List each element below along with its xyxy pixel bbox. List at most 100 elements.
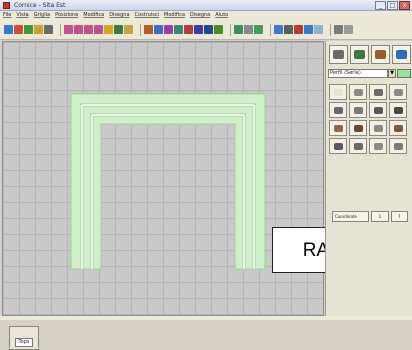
grid-tool-button[interactable] [329, 120, 347, 136]
toolbar-tool-icon[interactable] [334, 25, 343, 34]
tool-icon [373, 124, 383, 132]
panel-main-tools [329, 45, 411, 64]
tool-icon [396, 50, 407, 59]
panel-tabs: Coordinate 1 7 [332, 211, 409, 222]
toolbar-tool-icon[interactable] [254, 25, 263, 34]
grid-tool-button[interactable] [389, 120, 407, 136]
menu-vista[interactable]: Vista [16, 11, 28, 20]
tool-icon [375, 50, 386, 59]
toolbar-tool-icon[interactable] [14, 25, 23, 34]
toolbar-tool-icon[interactable] [294, 25, 303, 34]
panel-tool-button[interactable] [371, 45, 390, 64]
grid-tool-button[interactable] [349, 84, 367, 100]
grid-tool-button[interactable] [369, 120, 387, 136]
grid-tool-button[interactable] [349, 102, 367, 118]
menu-aiuto[interactable]: Aiuto [215, 11, 228, 20]
toolbar-tool-icon[interactable] [74, 25, 83, 34]
toolbar-tool-icon[interactable] [124, 25, 133, 34]
toolbar-tool-icon[interactable] [234, 25, 243, 34]
menu-costruisci[interactable]: Costruisci [135, 11, 159, 20]
menu-modifica-2[interactable]: Modifica [164, 11, 185, 20]
toolbar-tool-icon[interactable] [24, 25, 33, 34]
grid-tool-button[interactable] [349, 120, 367, 136]
toolbar-tool-icon[interactable] [284, 25, 293, 34]
grid-tool-button[interactable] [369, 84, 387, 100]
tab-2[interactable]: 7 [390, 211, 409, 222]
tab-coordinates[interactable]: Coordinate [332, 211, 370, 222]
toolbar-tool-icon[interactable] [34, 25, 43, 34]
grid-tool-button[interactable] [329, 102, 347, 118]
toolbar-tool-icon[interactable] [244, 25, 253, 34]
window-title: Cornice - Sita Est [14, 2, 66, 9]
menu-file[interactable]: File [3, 11, 11, 20]
view-top-label: Tops [15, 338, 33, 347]
toolbar-group [334, 25, 353, 34]
toolbar-tool-icon[interactable] [164, 25, 173, 34]
menu-posizione[interactable]: Posizione [55, 11, 78, 20]
tool-icon [353, 106, 363, 114]
menu-modifica[interactable]: Modifica [83, 11, 104, 20]
toolbar-tool-icon[interactable] [104, 25, 113, 34]
tool-icon [353, 124, 363, 132]
toolbar-tool-icon[interactable] [194, 25, 203, 34]
toolbar-tool-icon[interactable] [4, 25, 13, 34]
tool-icon [333, 124, 343, 132]
drawing-canvas[interactable]: Tops [2, 41, 324, 350]
toolbar-tool-icon[interactable] [184, 25, 193, 34]
chevron-down-icon[interactable]: ▼ [388, 69, 396, 78]
status-strip [0, 316, 412, 320]
toolbar-tool-icon[interactable] [274, 25, 283, 34]
toolbar-tool-icon[interactable] [94, 25, 103, 34]
close-button[interactable]: x [399, 1, 410, 10]
toolbar-separator [140, 23, 141, 36]
minimize-button[interactable]: _ [375, 1, 386, 10]
tool-grid [329, 84, 407, 154]
toolbar-separator [60, 23, 61, 36]
grid-tool-button[interactable] [389, 102, 407, 118]
menu-disegna[interactable]: Disegna [109, 11, 129, 20]
toolbar-tool-icon[interactable] [44, 25, 53, 34]
menu-disegna-2[interactable]: Disegna [190, 11, 210, 20]
grid-tool-button[interactable] [349, 138, 367, 154]
panel-tool-button[interactable] [392, 45, 411, 64]
toolbar-tool-icon[interactable] [64, 25, 73, 34]
frame-molding-shape [70, 93, 266, 270]
view-top-button[interactable]: Tops [9, 326, 39, 350]
toolbar-tool-icon[interactable] [174, 25, 183, 34]
grid-tool-button[interactable] [389, 84, 407, 100]
grid-tool-button[interactable] [329, 84, 347, 100]
tool-icon [373, 88, 383, 96]
panel-tool-button[interactable] [350, 45, 369, 64]
tab-1[interactable]: 1 [371, 211, 389, 222]
grid-tool-button[interactable] [329, 138, 347, 154]
toolbar-tool-icon[interactable] [304, 25, 313, 34]
tool-icon [353, 88, 363, 96]
toolbar-tool-icon[interactable] [214, 25, 223, 34]
toolbar-tool-icon[interactable] [314, 25, 323, 34]
frame-inner-strip [92, 115, 244, 270]
grid-tool-button[interactable] [369, 138, 387, 154]
toolbar-tool-icon[interactable] [204, 25, 213, 34]
toolbar-tool-icon[interactable] [144, 25, 153, 34]
grid-tool-button[interactable] [369, 102, 387, 118]
tool-icon [333, 106, 343, 114]
grid-tool-button[interactable] [389, 138, 407, 154]
frame-middle-strip [82, 105, 254, 270]
app-icon [3, 2, 10, 9]
maximize-button[interactable]: □ [387, 1, 398, 10]
tools-panel: Perfil (Serie) ▼ Coordinate 1 7 [325, 41, 412, 320]
toolbar-separator [230, 23, 231, 36]
toolbar-tool-icon[interactable] [84, 25, 93, 34]
panel-tool-button[interactable] [329, 45, 348, 64]
toolbar-tool-icon[interactable] [344, 25, 353, 34]
menu-griglia[interactable]: Griglia [34, 11, 50, 20]
toolbar-tool-icon[interactable] [114, 25, 123, 34]
toolbar-group [4, 25, 53, 34]
toolbar-separator [330, 23, 331, 36]
tool-icon [393, 88, 403, 96]
main-toolbar [0, 20, 412, 40]
tool-icon [333, 50, 344, 59]
toolbar-tool-icon[interactable] [154, 25, 163, 34]
layer-select[interactable]: Perfil (Serie) [328, 69, 388, 78]
color-swatch[interactable] [397, 69, 411, 78]
